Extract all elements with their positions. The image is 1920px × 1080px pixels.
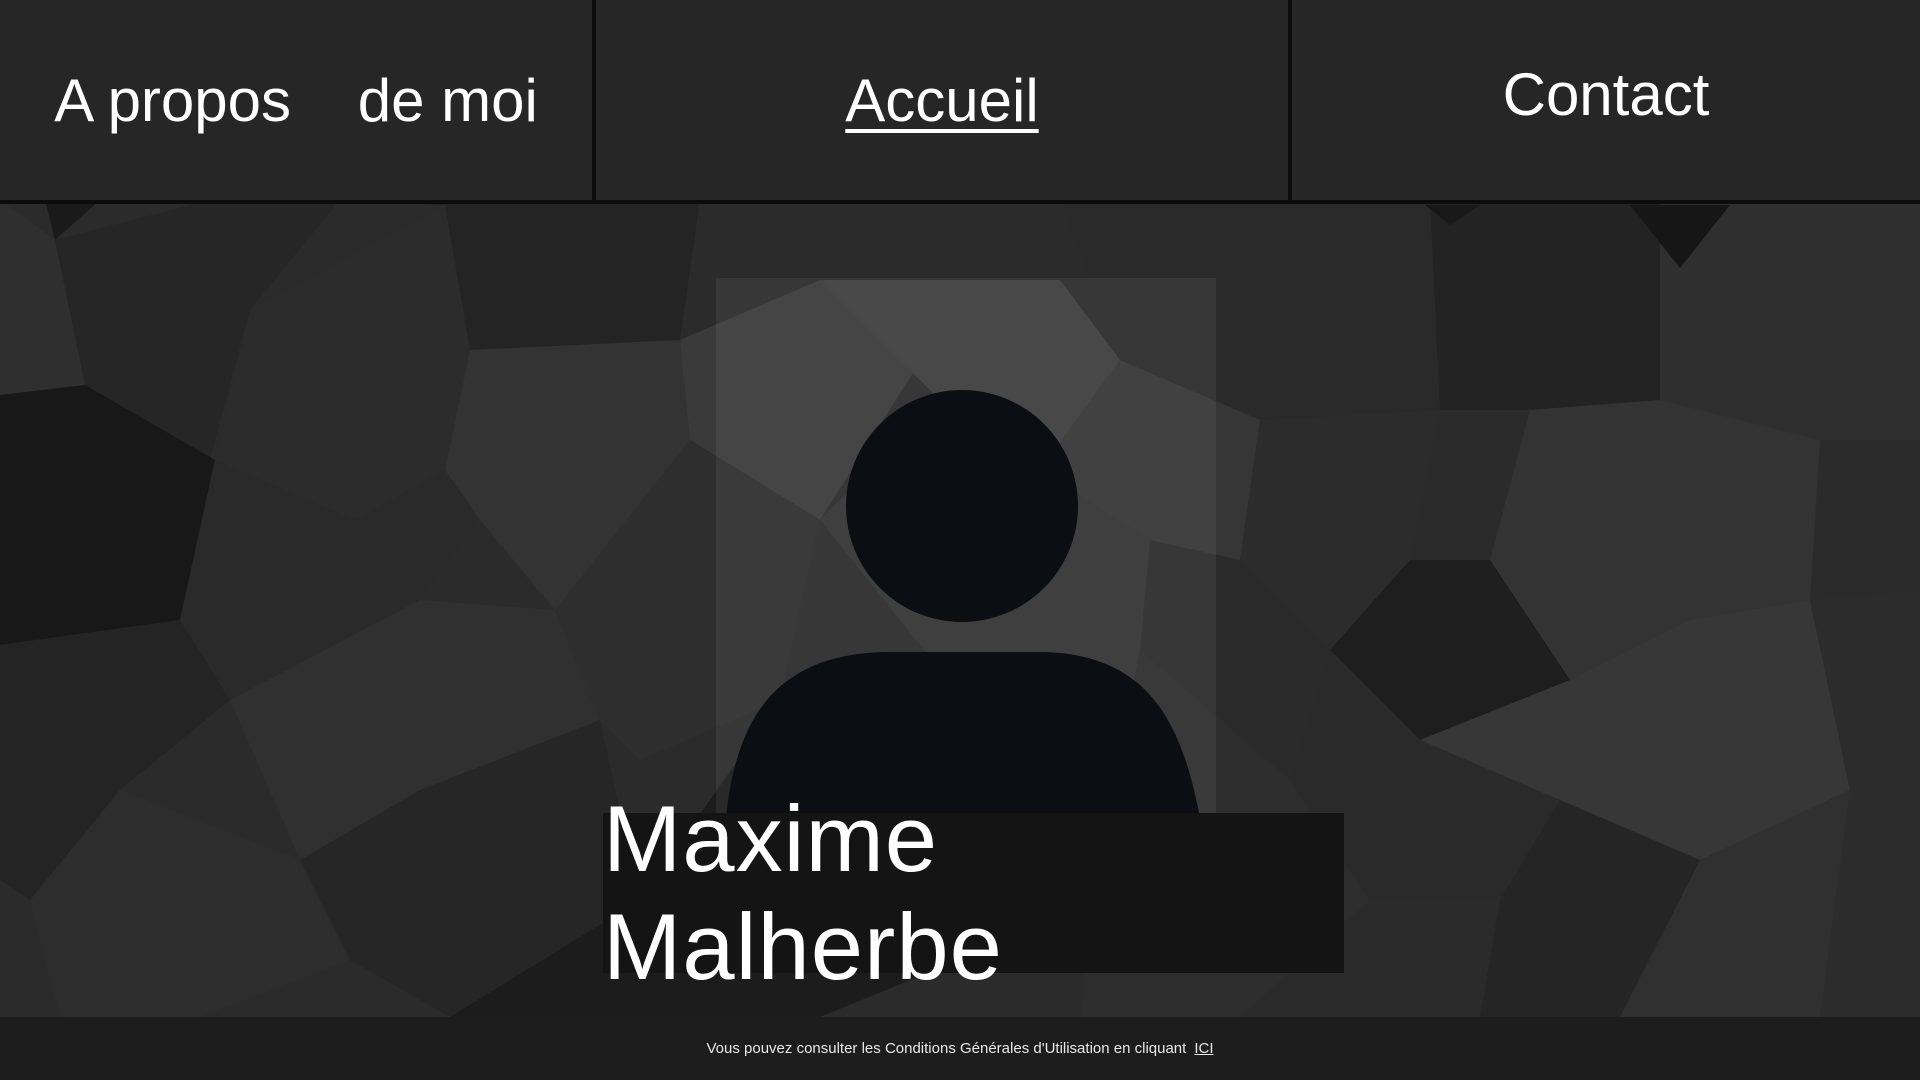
nav-about-label: A propos de moi xyxy=(54,66,538,134)
page: A propos de moi Accueil Contact Maxime M… xyxy=(0,0,1920,1080)
nav-home-label: Accueil xyxy=(845,66,1039,134)
footer: Vous pouvez consulter les Conditions Gén… xyxy=(0,1017,1920,1080)
user-silhouette-icon xyxy=(726,390,1200,818)
footer-text: Vous pouvez consulter les Conditions Gén… xyxy=(706,1040,1187,1057)
nav-contact[interactable]: Contact xyxy=(1292,0,1920,200)
terms-link[interactable]: ICI xyxy=(1194,1040,1213,1057)
top-navigation: A propos de moi Accueil Contact xyxy=(0,0,1920,204)
person-name: Maxime Malherbe xyxy=(603,786,1003,999)
nav-contact-label: Contact xyxy=(1502,60,1710,128)
name-banner: Maxime Malherbe xyxy=(603,786,1344,999)
nav-home[interactable]: Accueil xyxy=(596,0,1292,200)
nav-about[interactable]: A propos de moi xyxy=(0,0,596,200)
